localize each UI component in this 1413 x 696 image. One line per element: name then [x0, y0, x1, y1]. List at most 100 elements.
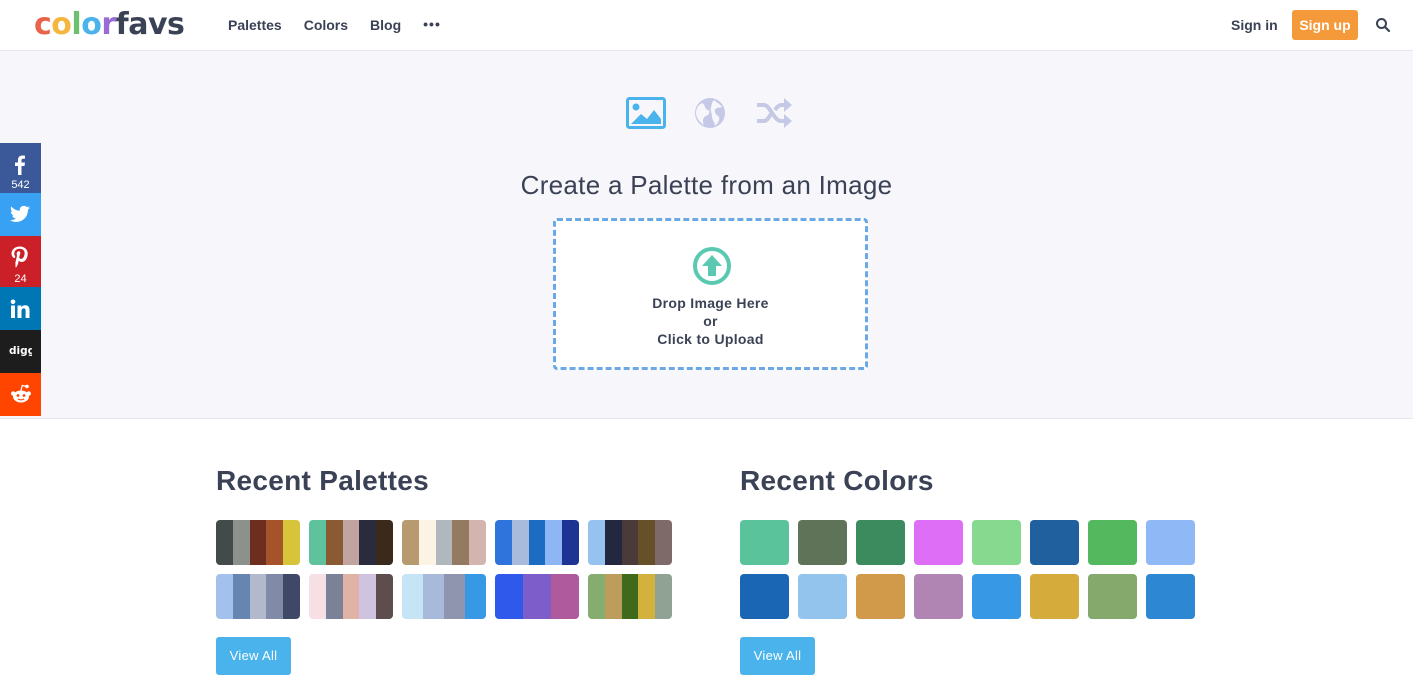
reddit-share-button[interactable] — [0, 373, 41, 416]
palette-color-band — [588, 574, 605, 619]
color-swatch[interactable] — [1146, 574, 1195, 619]
color-swatch[interactable] — [856, 574, 905, 619]
drop-line-3: Click to Upload — [657, 331, 764, 347]
social-share-bar: 542 24 digg — [0, 143, 41, 416]
digg-share-button[interactable]: digg — [0, 330, 41, 373]
more-menu-icon[interactable]: ••• — [423, 16, 441, 34]
logo[interactable]: colorfavs — [34, 7, 185, 42]
view-all-colors-button[interactable]: View All — [740, 637, 815, 675]
palette-color-band — [469, 520, 486, 565]
palette-color-band — [232, 574, 250, 619]
main-nav: Palettes Colors Blog ••• — [228, 16, 463, 34]
palette-color-band — [452, 520, 470, 565]
palette-color-band — [309, 520, 326, 565]
palette-card[interactable] — [495, 520, 579, 565]
palette-color-band — [342, 574, 360, 619]
palette-card[interactable] — [216, 520, 300, 565]
palette-color-band — [545, 520, 563, 565]
logo-letter: f — [115, 7, 129, 42]
palette-card[interactable] — [309, 574, 393, 619]
color-swatch[interactable] — [798, 520, 847, 565]
sign-up-button[interactable]: Sign up — [1292, 10, 1358, 40]
palette-card[interactable] — [216, 574, 300, 619]
drop-line-2: or — [703, 313, 718, 329]
logo-letter: a — [128, 7, 148, 42]
palette-color-band — [638, 574, 656, 619]
shuffle-icon[interactable] — [754, 95, 794, 131]
digg-icon: digg — [9, 345, 32, 357]
palette-color-band — [402, 520, 419, 565]
palette-color-band — [376, 520, 393, 565]
color-swatch[interactable] — [914, 574, 963, 619]
logo-letter: r — [101, 7, 116, 42]
color-swatch[interactable] — [1088, 520, 1137, 565]
color-swatch[interactable] — [1030, 520, 1079, 565]
dropzone-text: Drop Image Here or Click to Upload — [556, 294, 865, 348]
facebook-icon — [15, 155, 25, 175]
palette-color-band — [528, 520, 546, 565]
search-icon[interactable] — [1375, 17, 1391, 33]
palette-color-band — [283, 520, 300, 565]
palette-color-band — [283, 574, 300, 619]
palette-card[interactable] — [495, 574, 579, 619]
logo-letter: l — [71, 7, 82, 42]
globe-icon[interactable] — [690, 95, 730, 131]
top-header: colorfavs Palettes Colors Blog ••• Sign … — [0, 0, 1413, 51]
linkedin-share-button[interactable] — [0, 287, 41, 330]
svg-text:digg: digg — [9, 345, 32, 357]
palette-color-band — [309, 574, 326, 619]
hero-section: Create a Palette from an Image Drop Imag… — [0, 51, 1413, 419]
palette-card[interactable] — [402, 520, 486, 565]
palette-color-band — [216, 574, 233, 619]
palette-color-band — [621, 520, 639, 565]
mode-selector — [626, 95, 818, 131]
palette-card[interactable] — [588, 520, 672, 565]
view-all-palettes-button[interactable]: View All — [216, 637, 291, 675]
linkedin-icon — [10, 299, 30, 318]
color-swatch[interactable] — [1030, 574, 1079, 619]
facebook-share-button[interactable]: 542 — [0, 143, 41, 193]
palette-color-band — [638, 520, 656, 565]
palette-color-band — [435, 520, 453, 565]
palette-color-band — [266, 574, 284, 619]
palette-color-band — [216, 520, 233, 565]
palette-color-band — [325, 520, 343, 565]
palette-color-band — [402, 574, 423, 619]
reddit-icon — [11, 384, 31, 403]
color-swatch[interactable] — [914, 520, 963, 565]
palette-color-band — [523, 574, 551, 619]
color-swatch[interactable] — [740, 520, 789, 565]
palette-card[interactable] — [402, 574, 486, 619]
color-swatch[interactable] — [1088, 574, 1137, 619]
logo-letter: o — [51, 7, 72, 42]
palette-color-band — [465, 574, 486, 619]
palette-color-band — [604, 520, 622, 565]
palette-color-band — [495, 520, 512, 565]
image-icon[interactable] — [626, 95, 666, 131]
recent-palettes-title: Recent Palettes — [216, 465, 430, 496]
color-swatch[interactable] — [972, 520, 1021, 565]
palette-color-band — [342, 520, 360, 565]
palette-color-band — [604, 574, 622, 619]
palette-card[interactable] — [309, 520, 393, 565]
color-swatch[interactable] — [856, 520, 905, 565]
image-dropzone[interactable]: Drop Image Here or Click to Upload — [553, 218, 868, 370]
palette-color-band — [551, 574, 579, 619]
page-title: Create a Palette from an Image — [520, 170, 893, 200]
nav-colors[interactable]: Colors — [304, 16, 348, 34]
nav-blog[interactable]: Blog — [370, 16, 401, 34]
palette-color-band — [232, 520, 250, 565]
color-swatch[interactable] — [1146, 520, 1195, 565]
twitter-share-button[interactable] — [0, 193, 41, 236]
palette-color-band — [325, 574, 343, 619]
palette-color-band — [423, 574, 444, 619]
logo-letter: o — [81, 7, 102, 42]
color-swatch[interactable] — [798, 574, 847, 619]
pinterest-share-button[interactable]: 24 — [0, 236, 41, 287]
nav-palettes[interactable]: Palettes — [228, 16, 282, 34]
sign-in-link[interactable]: Sign in — [1231, 16, 1278, 34]
palette-card[interactable] — [588, 574, 672, 619]
color-swatch[interactable] — [740, 574, 789, 619]
color-swatch[interactable] — [972, 574, 1021, 619]
palette-color-band — [418, 520, 436, 565]
